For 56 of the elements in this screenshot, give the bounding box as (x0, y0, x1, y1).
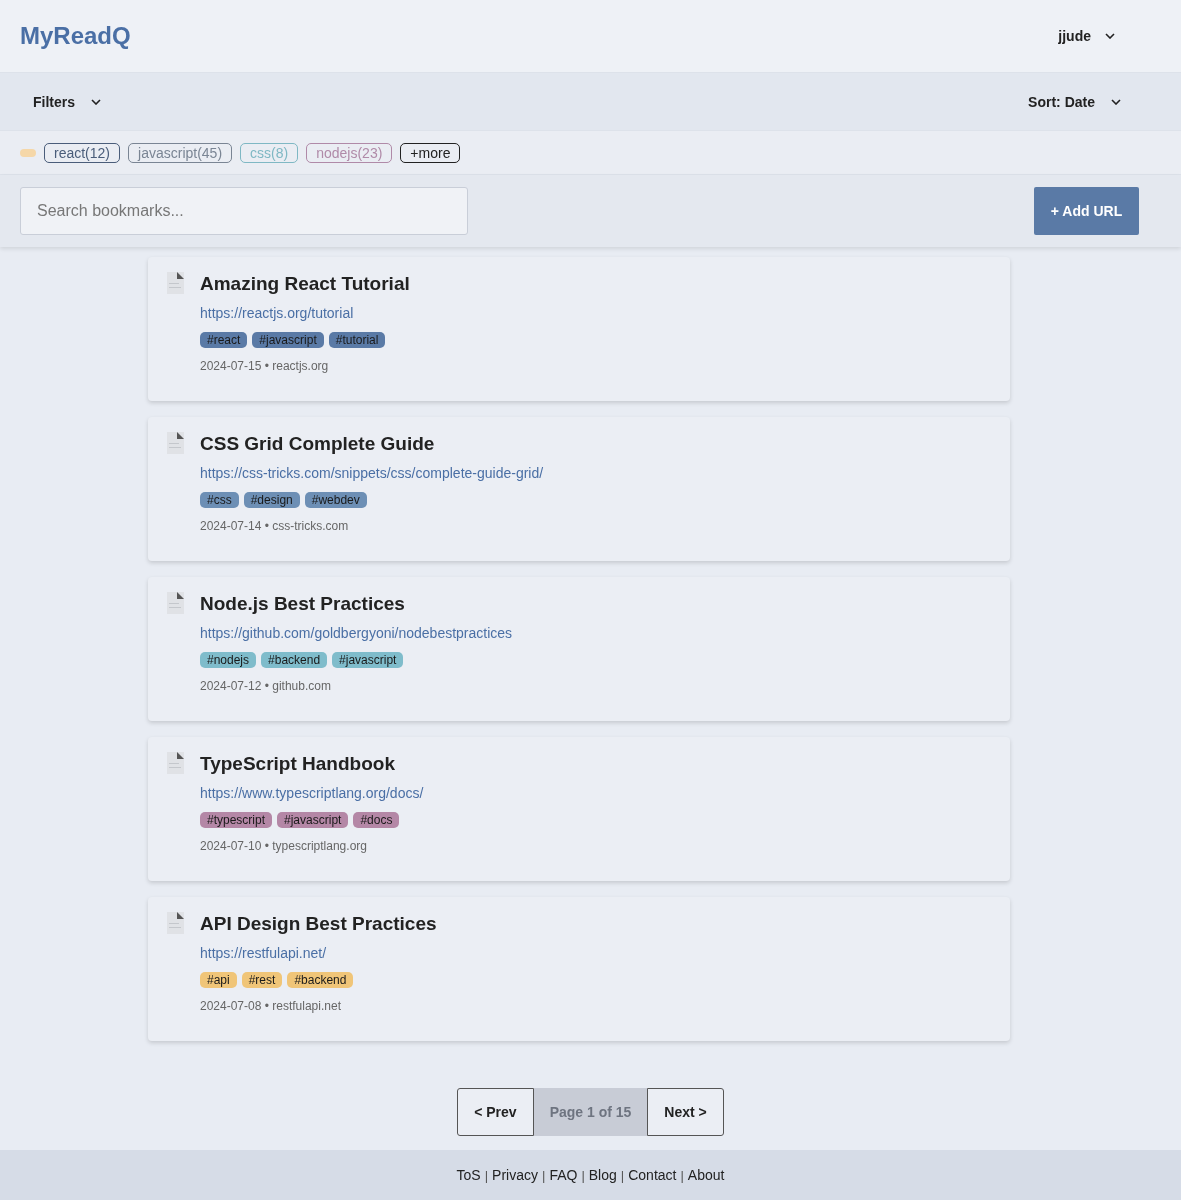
bookmark-meta: 2024-07-14 • css-tricks.com (200, 519, 349, 533)
tag[interactable]: #react (200, 332, 248, 348)
bookmark-url[interactable]: https://www.typescriptlang.org/docs/ (200, 785, 424, 801)
tag-filter-chip[interactable]: javascript(45) (128, 142, 233, 163)
tag[interactable]: #webdev (304, 492, 367, 508)
separator: | (484, 1167, 489, 1183)
sort-button[interactable]: Sort: Date (1028, 93, 1121, 110)
tag[interactable]: #backend (261, 652, 328, 668)
bookmark-meta: 2024-07-08 • restfulapi.net (200, 999, 341, 1013)
footer-link[interactable]: Blog (588, 1167, 617, 1183)
page-indicator: Page 1 of 15 (533, 1088, 648, 1136)
tag[interactable]: #nodejs (200, 652, 257, 668)
bookmark-title: Node.js Best Practices (200, 592, 405, 616)
separator: | (581, 1167, 585, 1183)
bookmark-url[interactable]: https://css-tricks.com/snippets/css/complete-guide-grid/ (200, 465, 544, 481)
tag-filter-chip[interactable]: +more (400, 142, 461, 163)
footer-link[interactable]: About (687, 1167, 725, 1183)
footer-link[interactable]: Contact (628, 1167, 677, 1183)
user-menu-button[interactable]: jjude (1052, 27, 1121, 45)
separator: | (542, 1167, 546, 1183)
search-field[interactable]: Search bookmarks... (20, 187, 468, 235)
tag[interactable]: #typescript (200, 812, 273, 828)
bookmark-title: Amazing React Tutorial (200, 272, 410, 296)
add-url-button[interactable]: + Add URL (1034, 187, 1139, 235)
separator: | (620, 1167, 625, 1183)
tag[interactable]: #javascript (252, 332, 324, 348)
app-logo[interactable]: MyReadQ (20, 22, 131, 50)
bookmark-title: API Design Best Practices (200, 912, 437, 936)
tag[interactable]: #api (200, 972, 237, 988)
footer-link[interactable]: ToS (456, 1167, 481, 1183)
prev-button[interactable]: < Prev (457, 1088, 534, 1136)
tag[interactable]: #javascript (277, 812, 349, 828)
bookmark-url[interactable]: https://reactjs.org/tutorial (200, 305, 354, 321)
filters-button[interactable]: Filters (33, 93, 101, 110)
bookmark-url[interactable]: https://github.com/goldbergyoni/nodebestpractices (200, 625, 513, 641)
chevron-down-icon (91, 98, 101, 105)
next-button[interactable]: Next > (647, 1088, 724, 1136)
bookmark-meta: 2024-07-12 • github.com (200, 679, 331, 693)
bookmark-meta: 2024-07-10 • typescriptlang.org (200, 839, 367, 853)
bookmark-url[interactable]: https://restfulapi.net/ (200, 945, 327, 961)
bookmark-title: CSS Grid Complete Guide (200, 432, 435, 456)
footer-link[interactable]: FAQ (549, 1167, 578, 1183)
tag[interactable]: #css (200, 492, 239, 508)
footer-link[interactable]: Privacy (492, 1167, 538, 1183)
tag[interactable]: #rest (241, 972, 283, 988)
chevron-down-icon (1105, 33, 1115, 39)
tag-filter-chip[interactable]: react(12) (44, 142, 121, 163)
tag[interactable]: #javascript (332, 652, 404, 668)
tag[interactable]: #docs (353, 812, 400, 828)
tag[interactable]: #tutorial (328, 332, 386, 348)
bookmark-title: TypeScript Handbook (200, 752, 395, 776)
tag[interactable]: #backend (287, 972, 354, 988)
tag[interactable]: #design (243, 492, 300, 508)
chevron-down-icon (1111, 98, 1121, 105)
separator: | (680, 1167, 684, 1183)
bookmark-meta: 2024-07-15 • reactjs.org (200, 359, 329, 373)
